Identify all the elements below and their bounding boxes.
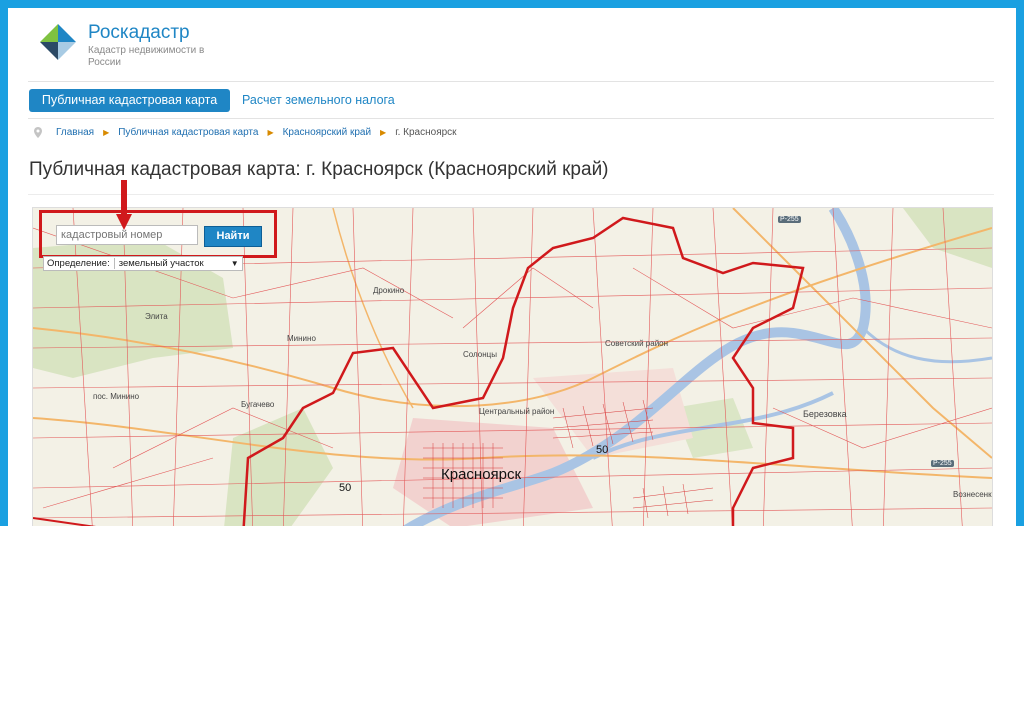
map-label-place: Солонцы <box>463 350 498 359</box>
map-label-place: Элита <box>145 312 168 321</box>
breadcrumb-separator-icon: ▶ <box>103 128 110 137</box>
breadcrumb: Главная ▶ Публичная кадастровая карта ▶ … <box>34 127 457 138</box>
map-label-city: Красноярск <box>441 466 522 483</box>
map-label-place: Центральный район <box>479 407 555 416</box>
map-label-place: Вознесенка <box>953 490 993 499</box>
location-pin-icon <box>34 127 42 138</box>
divider <box>28 118 994 119</box>
chevron-down-icon: ▼ <box>230 259 239 268</box>
definition-value[interactable]: земельный участок ▼ <box>113 258 239 269</box>
page-card: Роскадастр Кадастр недвижимости в России… <box>8 8 1016 526</box>
brand-tagline: Кадастр недвижимости в России <box>88 45 205 68</box>
tab-land-tax-calculation[interactable]: Расчет земельного налога <box>242 89 395 112</box>
definition-label: Определение: <box>47 258 110 269</box>
divider <box>28 194 994 195</box>
breadcrumb-separator-icon: ▶ <box>380 128 387 137</box>
road-sign-badge: Р-255 <box>931 460 954 467</box>
breadcrumb-region[interactable]: Красноярский край <box>283 127 371 138</box>
rosreestr-logo-icon <box>40 24 76 60</box>
map-label-place: Минино <box>287 334 316 343</box>
arrow-down-icon <box>116 180 132 230</box>
map-label-number: 50 <box>596 444 609 456</box>
definition-select[interactable]: Определение: земельный участок ▼ <box>43 256 243 271</box>
map-label-number: 50 <box>339 482 352 494</box>
breadcrumb-separator-icon: ▶ <box>267 128 274 137</box>
search-highlight-box: Найти <box>39 210 277 258</box>
screenshot-frame: Роскадастр Кадастр недвижимости в России… <box>0 0 1024 526</box>
brand-name[interactable]: Роскадастр <box>88 22 190 44</box>
tab-public-cadastral-map[interactable]: Публичная кадастровая карта <box>29 89 230 112</box>
definition-value-text: земельный участок <box>118 258 204 269</box>
cadastral-map[interactable]: Элита Минино пос. Минино Дрокино Солонцы… <box>32 207 993 526</box>
map-label-place: Дрокино <box>373 286 405 295</box>
divider <box>28 81 994 82</box>
breadcrumb-current: г. Красноярск <box>395 127 457 138</box>
map-label-place: Березовка <box>803 409 847 419</box>
map-label-place: Советский район <box>605 339 669 348</box>
page-title: Публичная кадастровая карта: г. Краснояр… <box>29 159 609 180</box>
map-label-place: Бугачево <box>241 400 275 409</box>
map-label-place: пос. Минино <box>93 392 140 401</box>
breadcrumb-public-map[interactable]: Публичная кадастровая карта <box>118 127 258 138</box>
find-button[interactable]: Найти <box>204 226 262 247</box>
road-sign-badge: Р-255 <box>778 216 801 223</box>
breadcrumb-home[interactable]: Главная <box>56 127 94 138</box>
